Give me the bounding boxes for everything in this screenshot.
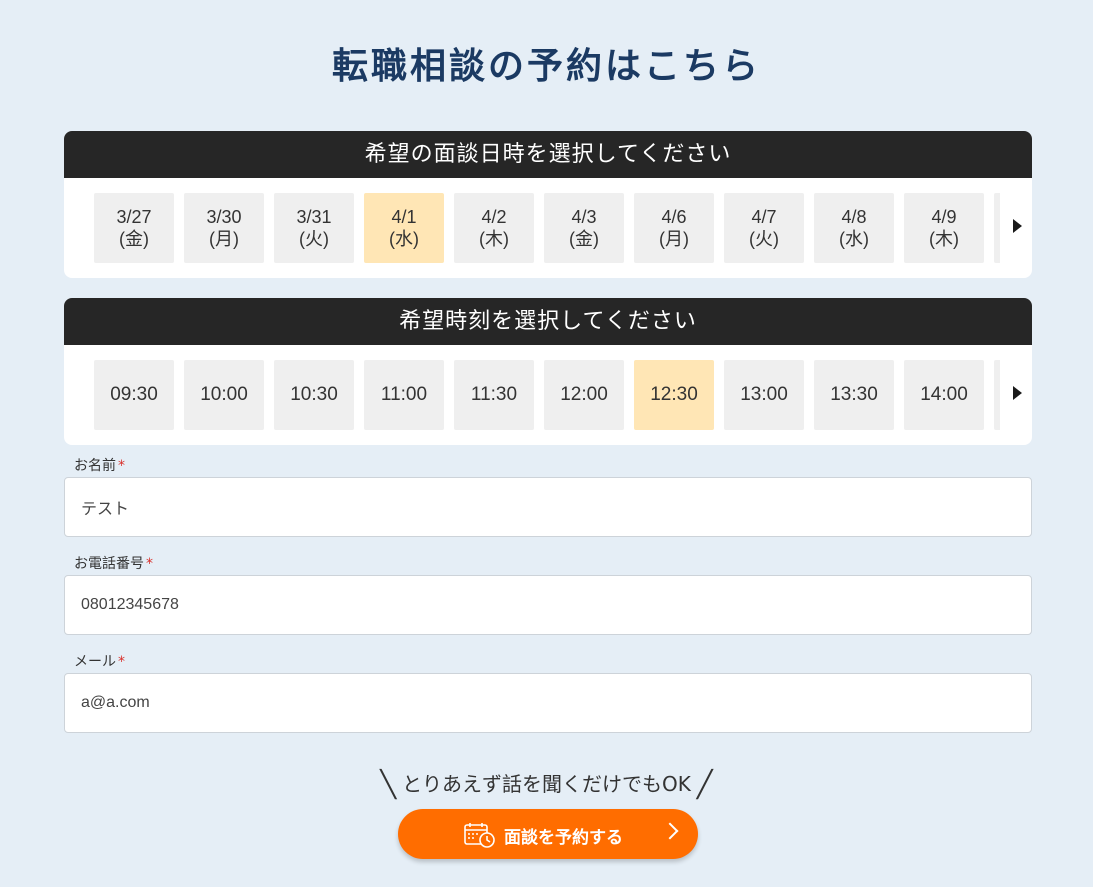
- time-slot-label: 09:30: [110, 384, 158, 405]
- date-picker-panel: 希望の面談日時を選択してください 3/27 (金) 3/30 (月) 3/31 …: [64, 131, 1032, 278]
- date-slot-date: 3/27: [116, 207, 152, 227]
- slash-left-icon: ╲: [380, 770, 397, 800]
- name-label: お名前 *: [74, 455, 125, 475]
- date-slot-partial[interactable]: [994, 193, 1000, 263]
- date-slot-weekday: (火): [749, 229, 779, 249]
- time-slot-partial[interactable]: [994, 360, 1000, 430]
- time-slot[interactable]: 10:00: [184, 360, 264, 430]
- book-consultation-button[interactable]: 面談を予約する: [398, 809, 698, 859]
- date-slot-track: 3/27 (金) 3/30 (月) 3/31 (火) 4/1 (水) 4/2 (…: [94, 193, 1000, 263]
- date-slot-date: 4/2: [481, 207, 507, 227]
- time-slot[interactable]: 13:30: [814, 360, 894, 430]
- cta-caption-text: とりあえず話を聞くだけでもOK: [402, 772, 691, 796]
- date-slot[interactable]: 4/2 (木): [454, 193, 534, 263]
- time-slot-label: 12:00: [560, 384, 608, 405]
- date-slot[interactable]: 3/31 (火): [274, 193, 354, 263]
- email-label-text: メール: [74, 654, 116, 670]
- cta-caption: ╲ とりあえず話を聞くだけでもOK ╱: [0, 768, 1093, 800]
- time-slot[interactable]: 14:00: [904, 360, 984, 430]
- time-slot-track: 09:30 10:00 10:30 11:00 11:30 12:00 12:3…: [94, 360, 1000, 430]
- email-required-mark: *: [118, 654, 125, 670]
- time-slot-label: 11:30: [470, 384, 518, 405]
- date-slot-date: 4/7: [751, 207, 777, 227]
- time-slot-label: 13:30: [830, 384, 878, 405]
- time-slot[interactable]: 12:30: [634, 360, 714, 430]
- time-slot-label: 11:00: [380, 384, 428, 405]
- time-slot[interactable]: 11:30: [454, 360, 534, 430]
- time-slot-label: 14:00: [920, 384, 968, 405]
- page-title: 転職相談の予約はこちら: [331, 46, 761, 87]
- phone-field[interactable]: [64, 575, 1032, 635]
- time-slot[interactable]: 11:00: [364, 360, 444, 430]
- date-slot-date: 4/3: [571, 207, 597, 227]
- time-slot[interactable]: 13:00: [724, 360, 804, 430]
- slash-right-icon: ╱: [696, 770, 713, 800]
- date-slot-weekday: (火): [299, 229, 329, 249]
- date-slot-weekday: (金): [119, 229, 149, 249]
- date-slot-weekday: (月): [659, 229, 689, 249]
- date-slot-date: 4/1: [391, 207, 417, 227]
- email-label: メール *: [74, 651, 125, 671]
- date-slot-date: 4/6: [661, 207, 687, 227]
- chevron-right-icon: [661, 822, 679, 840]
- time-slot[interactable]: 10:30: [274, 360, 354, 430]
- email-field[interactable]: [64, 673, 1032, 733]
- date-slot-date: 4/8: [841, 207, 867, 227]
- date-next-arrow-icon[interactable]: [1013, 219, 1022, 233]
- phone-label-text: お電話番号: [74, 556, 144, 572]
- phone-required-mark: *: [146, 556, 153, 572]
- cta-inner: 面談を予約する: [464, 822, 623, 848]
- time-slot[interactable]: 09:30: [94, 360, 174, 430]
- date-slot-weekday: (水): [839, 229, 869, 249]
- name-label-text: お名前: [74, 458, 116, 474]
- date-slot[interactable]: 4/9 (木): [904, 193, 984, 263]
- date-slot[interactable]: 4/3 (金): [544, 193, 624, 263]
- name-required-mark: *: [118, 458, 125, 474]
- time-picker-header: 希望時刻を選択してください: [64, 298, 1032, 345]
- date-slot[interactable]: 3/30 (月): [184, 193, 264, 263]
- date-picker-header: 希望の面談日時を選択してください: [64, 131, 1032, 178]
- time-slot[interactable]: 12:00: [544, 360, 624, 430]
- date-slot[interactable]: 4/8 (水): [814, 193, 894, 263]
- time-picker-panel: 希望時刻を選択してください 09:30 10:00 10:30 11:00 11…: [64, 298, 1032, 445]
- date-slot-weekday: (月): [209, 229, 239, 249]
- time-next-arrow-icon[interactable]: [1013, 386, 1022, 400]
- time-slot-label: 10:30: [290, 384, 338, 405]
- time-slot-label: 10:00: [200, 384, 248, 405]
- date-slot-weekday: (木): [479, 229, 509, 249]
- date-slot-date: 3/31: [296, 207, 332, 227]
- date-slot-date: 3/30: [206, 207, 242, 227]
- date-slot-weekday: (水): [389, 229, 419, 249]
- name-field[interactable]: [64, 477, 1032, 537]
- date-slot[interactable]: 4/1 (水): [364, 193, 444, 263]
- calendar-clock-icon: [464, 823, 495, 848]
- time-slot-label: 13:00: [740, 384, 788, 405]
- phone-label: お電話番号 *: [74, 553, 153, 573]
- book-consultation-label: 面談を予約する: [504, 827, 623, 848]
- date-slot[interactable]: 4/6 (月): [634, 193, 714, 263]
- date-slot[interactable]: 3/27 (金): [94, 193, 174, 263]
- date-slot-weekday: (金): [569, 229, 599, 249]
- date-slot-date: 4/9: [931, 207, 957, 227]
- time-slot-label: 12:30: [650, 384, 698, 405]
- date-slot[interactable]: 4/7 (火): [724, 193, 804, 263]
- date-slot-weekday: (木): [929, 229, 959, 249]
